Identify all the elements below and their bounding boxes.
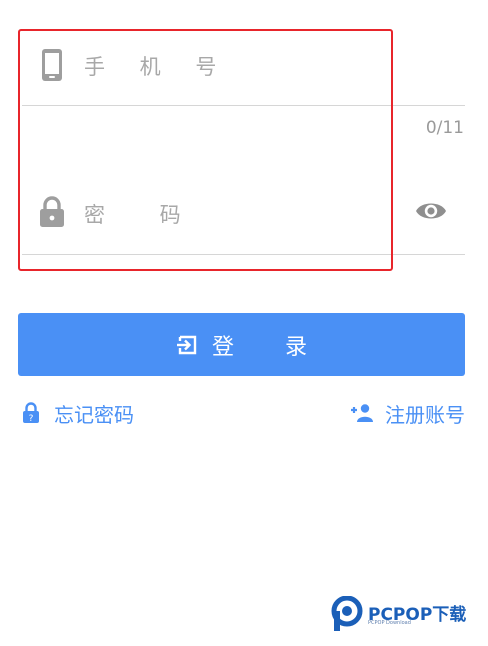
register-account-link[interactable]: 注册账号 bbox=[349, 398, 465, 428]
eye-icon[interactable] bbox=[415, 198, 447, 224]
login-arrow-icon bbox=[177, 335, 197, 354]
phone-input[interactable] bbox=[84, 50, 404, 84]
watermark-subtitle: PCPOP Download bbox=[368, 620, 411, 626]
lock-icon bbox=[40, 196, 64, 227]
svg-text:?: ? bbox=[29, 414, 34, 424]
watermark: PCPOP下载 PCPOP Download bbox=[330, 596, 480, 632]
phone-length-counter: 0/11 bbox=[425, 118, 464, 138]
login-page: 0/11 登 录 ? 忘记密码 bbox=[0, 0, 488, 646]
smartphone-icon bbox=[42, 49, 62, 81]
login-button[interactable]: 登 录 bbox=[18, 313, 465, 376]
pcpop-logo-icon bbox=[331, 596, 363, 631]
add-person-icon bbox=[351, 404, 373, 422]
phone-field-row bbox=[22, 30, 465, 106]
lock-small-icon: ? bbox=[23, 402, 39, 424]
register-account-label: 注册账号 bbox=[385, 402, 465, 427]
login-button-label: 登 录 bbox=[212, 334, 329, 360]
forgot-password-link[interactable]: ? 忘记密码 bbox=[22, 398, 134, 428]
password-field-row bbox=[22, 176, 465, 255]
forgot-password-label: 忘记密码 bbox=[54, 402, 134, 427]
password-input[interactable] bbox=[84, 198, 394, 232]
